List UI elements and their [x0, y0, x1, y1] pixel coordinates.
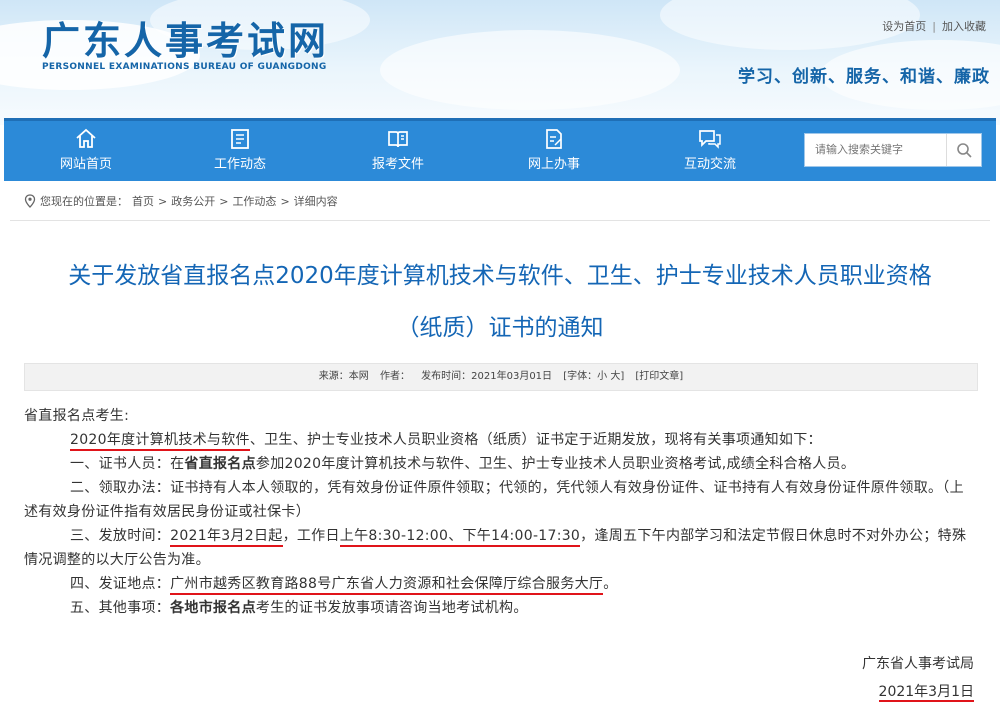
- search-box: [804, 133, 982, 167]
- news-list-icon: [231, 129, 249, 149]
- article-source: 来源：本网: [318, 371, 369, 382]
- highlight-underline: 2020年度计算机技术与软件: [70, 432, 250, 451]
- site-logo[interactable]: 广东人事考试网: [42, 10, 329, 65]
- signature-block: 广东省人事考试局 2021年3月1日: [862, 650, 974, 706]
- sign-date: 2021年3月1日: [878, 684, 974, 702]
- article-publish-time: 发布时间：2021年03月01日: [421, 371, 553, 382]
- edit-document-icon: [546, 129, 562, 149]
- breadcrumb-current: 详细内容: [293, 195, 338, 208]
- item-3-text: ，工作日: [282, 528, 340, 544]
- print-article-link[interactable]: [打印文章]: [635, 371, 683, 382]
- item-4-place: 广州市越秀区教育路88号广东省人力资源和社会保障厅综合服务大厅: [170, 576, 604, 595]
- article-title-line-2: （纸质）证书的通知: [396, 315, 604, 341]
- intro-text: 、卫生、护士专业技术人员职业资格（纸质）证书定于近期发放，现将有关事项通知如下：: [249, 432, 822, 448]
- article-body: 省直报名点考生: 2020年度计算机技术与软件、卫生、护士专业技术人员职业资格（…: [24, 404, 976, 620]
- item-4: 四、发证地点：广州市越秀区教育路88号广东省人力资源和社会保障厅综合服务大厅。: [24, 572, 976, 596]
- home-icon: [76, 128, 96, 148]
- site-header: 广东人事考试网 PERSONNEL EXAMINATIONS BUREAU OF…: [0, 0, 1000, 125]
- greeting: 省直报名点考生:: [24, 408, 130, 424]
- item-1-text-rest: 参加2020年度计算机技术与软件、卫生、护士专业技术人员职业资格考试,成绩全科合…: [255, 456, 856, 472]
- site-slogan: 学习、创新、服务、和谐、廉政: [738, 67, 990, 87]
- breadcrumb-home[interactable]: 首页: [132, 193, 154, 209]
- breadcrumb: 您现在的位置是： 首页 > 政务公开 > 工作动态 > 详细内容: [24, 193, 338, 209]
- article-author: 作者：: [379, 371, 410, 382]
- breadcrumb-gov-affairs[interactable]: 政务公开: [171, 193, 215, 209]
- add-favorite-link[interactable]: 加入收藏: [942, 20, 986, 33]
- location-pin-icon: [24, 194, 36, 208]
- main-nav: 网站首页 工作动态 报考文件 网上办事 互动交流: [4, 118, 996, 181]
- breadcrumb-separator: >: [158, 194, 168, 208]
- search-button[interactable]: [946, 134, 981, 166]
- item-4-label: 四、发证地点：: [70, 576, 171, 592]
- article-title: 关于发放省直报名点2020年度计算机技术与软件、卫生、护士专业技术人员职业资格 …: [20, 250, 980, 354]
- nav-label: 报考文件: [371, 157, 424, 172]
- breadcrumb-separator: >: [280, 194, 290, 208]
- nav-label: 互动交流: [683, 157, 736, 172]
- breadcrumb-work-news[interactable]: 工作动态: [232, 193, 276, 209]
- item-5-text: 考生的证书发放事项请咨询当地考试机构。: [255, 600, 528, 616]
- item-3-hours: 上午8:30-12:00、下午14:00-17:30: [339, 528, 581, 547]
- item-3-label: 三、发放时间：: [70, 528, 171, 544]
- nav-item-online-services[interactable]: 网上办事: [494, 121, 614, 181]
- breadcrumb-separator: >: [219, 194, 229, 208]
- chat-icon: [699, 130, 721, 149]
- item-3: 三、发放时间：2021年3月2日起，工作日上午8:30-12:00、下午14:0…: [24, 524, 976, 572]
- intro-paragraph: 2020年度计算机技术与软件、卫生、护士专业技术人员职业资格（纸质）证书定于近期…: [24, 428, 976, 452]
- signer: 广东省人事考试局: [862, 656, 974, 672]
- search-icon: [957, 143, 972, 158]
- nav-item-work-news[interactable]: 工作动态: [180, 121, 300, 181]
- item-4-end: 。: [603, 576, 618, 592]
- article-meta-bar: 来源：本网 作者： 发布时间：2021年03月01日 [字体：小 大] [打印文…: [24, 363, 978, 391]
- search-input[interactable]: [805, 134, 953, 164]
- nav-label: 网站首页: [59, 157, 112, 172]
- nav-label: 工作动态: [213, 157, 266, 172]
- item-3-date: 2021年3月2日起: [170, 528, 283, 547]
- item-5: 五、其他事项：各地市报名点考生的证书发放事项请咨询当地考试机构。: [24, 596, 976, 620]
- item-5-bold: 各地市报名点: [170, 600, 256, 616]
- item-2: 二、领取办法：证书持有人本人领取的，凭有效身份证件原件领取；代领的，凭代领人有效…: [24, 480, 964, 520]
- site-logo-english: PERSONNEL EXAMINATIONS BUREAU OF GUANGDO…: [42, 62, 327, 72]
- item-5-label: 五、其他事项：: [70, 600, 171, 616]
- set-homepage-link[interactable]: 设为首页: [882, 20, 926, 33]
- top-links: 设为首页 | 加入收藏: [882, 20, 986, 33]
- divider: [10, 220, 990, 221]
- nav-item-home[interactable]: 网站首页: [26, 121, 146, 181]
- nav-item-interaction[interactable]: 互动交流: [650, 121, 770, 181]
- item-1-text: 一、证书人员：在: [70, 456, 185, 472]
- article-title-line-1: 关于发放省直报名点2020年度计算机技术与软件、卫生、护士专业技术人员职业资格: [68, 263, 932, 289]
- nav-label: 网上办事: [527, 157, 580, 172]
- font-size-toggle[interactable]: [字体：小 大]: [563, 371, 624, 382]
- breadcrumb-prefix: 您现在的位置是：: [40, 195, 128, 208]
- nav-item-exam-docs[interactable]: 报考文件: [338, 121, 458, 181]
- item-1: 一、证书人员：在省直报名点参加2020年度计算机技术与软件、卫生、护士专业技术人…: [24, 452, 976, 476]
- item-1-bold: 省直报名点: [184, 456, 256, 472]
- book-icon: [388, 131, 408, 148]
